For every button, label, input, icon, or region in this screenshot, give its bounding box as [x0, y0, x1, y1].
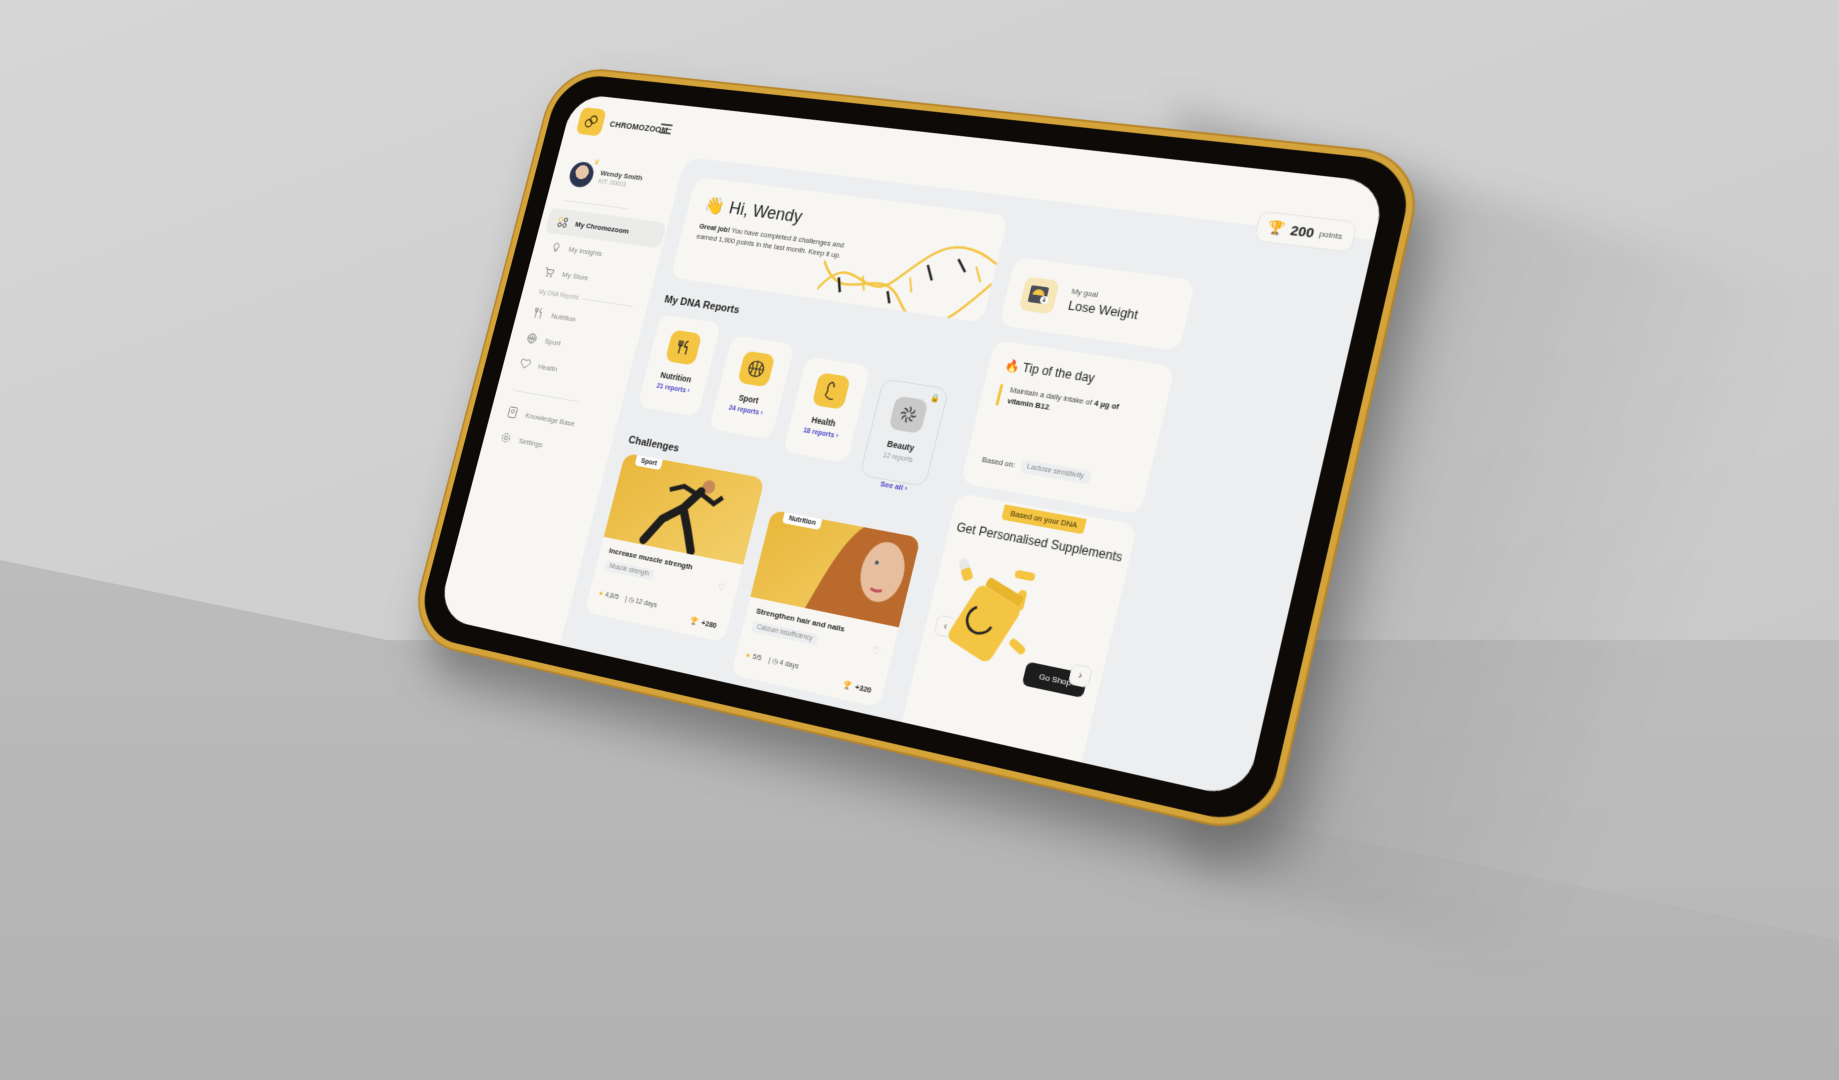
based-on-label: Based on: — [981, 454, 1017, 470]
fork-knife-icon — [532, 307, 545, 319]
logo-icon — [575, 107, 607, 137]
trophy-icon: 🏆 — [689, 615, 700, 627]
points-unit: points — [1318, 228, 1344, 241]
menu-toggle-icon[interactable] — [658, 123, 673, 135]
basketball-icon — [526, 332, 539, 344]
report-card-sport[interactable]: Sport 24 reports › — [708, 334, 795, 440]
report-name: Nutrition — [659, 370, 693, 385]
scale-icon — [1018, 276, 1060, 315]
report-name: Beauty — [886, 438, 916, 454]
clock-icon: ◷ — [627, 596, 635, 605]
report-count: 21 reports › — [655, 382, 691, 395]
based-on: Based on: Lactose sensitivity — [981, 453, 1092, 485]
challenge-rating: 5/5 — [751, 653, 763, 663]
challenge-duration: 4 days — [778, 659, 800, 671]
avatar: ♛ — [566, 158, 601, 189]
report-count: 18 reports › — [802, 427, 839, 441]
trophy-icon: 🏆 — [1266, 218, 1288, 237]
sidebar-item-label: My Store — [561, 269, 590, 282]
challenge-chip: Muscle strength — [604, 560, 655, 581]
challenges-list: Sport Increase muscle strength Muscle st… — [577, 452, 928, 708]
swirl-icon — [888, 395, 929, 434]
tip-of-the-day-card: 🔥 Tip of the day Maintain a daily intake… — [960, 339, 1176, 515]
sidebar-item-label: Sport — [543, 336, 562, 348]
brand[interactable]: CHROMOZOOM — [575, 107, 672, 144]
based-on-chip: Lactose sensitivity — [1019, 459, 1092, 485]
fire-icon: 🔥 — [1003, 357, 1022, 374]
supplement-bottle-image — [945, 557, 1036, 665]
report-count: 24 reports › — [727, 404, 764, 418]
clock-icon: ◷ — [771, 657, 779, 667]
sidebar-item-label: Settings — [517, 436, 544, 449]
dna-reports-title: My DNA Reports — [663, 293, 741, 317]
report-card-beauty[interactable]: 🔒 Beauty 12 reports — [859, 378, 950, 488]
dna-reports-list: Nutrition 21 reports › Sport 24 reports … — [630, 314, 956, 488]
greeting-card: 👋 Hi, Wendy Great job! You have complete… — [670, 176, 1009, 323]
divider — [562, 199, 629, 210]
challenge-tag: Sport — [634, 455, 664, 471]
basketball-icon — [737, 350, 776, 388]
supplements-card: Based on your DNA Get Personalised Suppl… — [896, 492, 1138, 785]
heart-icon — [519, 357, 532, 369]
challenge-meta: ★ 4,8/5 | ◷ 12 days — [597, 590, 658, 610]
greeting-text: Hi, Wendy — [727, 198, 805, 227]
challenge-rating: 4,8/5 — [604, 591, 620, 602]
book-icon — [506, 406, 519, 419]
woman-hair-figure — [804, 520, 921, 628]
lock-icon: 🔒 — [929, 393, 941, 404]
fork-knife-icon — [664, 329, 703, 366]
crown-icon: ♛ — [592, 157, 601, 167]
tip-text-suffix: . — [1048, 402, 1053, 412]
footer-nav: Knowledge Base Settings — [488, 397, 616, 469]
report-name: Health — [810, 414, 837, 429]
challenge-meta: ★ 5/5 | ◷ 4 days — [744, 652, 800, 671]
report-name: Sport — [737, 392, 760, 406]
sidebar-item-label: Knowledge Base — [524, 410, 576, 428]
goal-card[interactable]: My goal Lose Weight — [998, 256, 1196, 352]
tip-accent-bar — [995, 383, 1004, 406]
challenge-duration: 12 days — [634, 598, 658, 610]
gear-icon — [500, 431, 513, 444]
sidebar-item-label: My Insights — [567, 244, 604, 258]
report-count: 12 reports — [882, 452, 914, 465]
report-card-nutrition[interactable]: Nutrition 21 reports › — [637, 314, 722, 417]
challenge-points: 🏆 +320 — [842, 679, 873, 695]
sidebar-item-label: Nutrition — [550, 311, 578, 324]
waving-hand-icon: 👋 — [702, 195, 727, 217]
challenge-points: 🏆 +280 — [689, 615, 718, 631]
favorite-heart-icon[interactable]: ♡ — [716, 582, 727, 594]
runner-figure — [638, 464, 737, 560]
points-value: 200 — [1289, 222, 1316, 241]
tip-title-text: Tip of the day — [1021, 360, 1097, 386]
lightbulb-icon — [550, 241, 563, 253]
sidebar-item-label: Health — [537, 361, 559, 374]
star-icon: ★ — [744, 652, 752, 661]
report-card-health[interactable]: Health 18 reports › — [782, 356, 871, 463]
cart-icon — [543, 266, 556, 278]
favorite-heart-icon[interactable]: ♡ — [871, 645, 882, 658]
challenge-tag: Nutrition — [782, 512, 823, 531]
carousel-next-button[interactable]: › — [1067, 663, 1094, 689]
grid-icon — [556, 216, 569, 228]
challenge-card[interactable]: Sport Increase muscle strength Muscle st… — [584, 452, 765, 643]
trophy-icon: 🏆 — [842, 679, 854, 691]
face-profile-icon — [811, 372, 851, 410]
challenge-card[interactable]: Nutrition Strengthen hair and nails Calc… — [730, 509, 921, 708]
user-profile[interactable]: ♛ Wendy Smith KIT: 00003 — [566, 158, 645, 195]
sidebar-item-label: My Chromozoom — [574, 219, 631, 236]
